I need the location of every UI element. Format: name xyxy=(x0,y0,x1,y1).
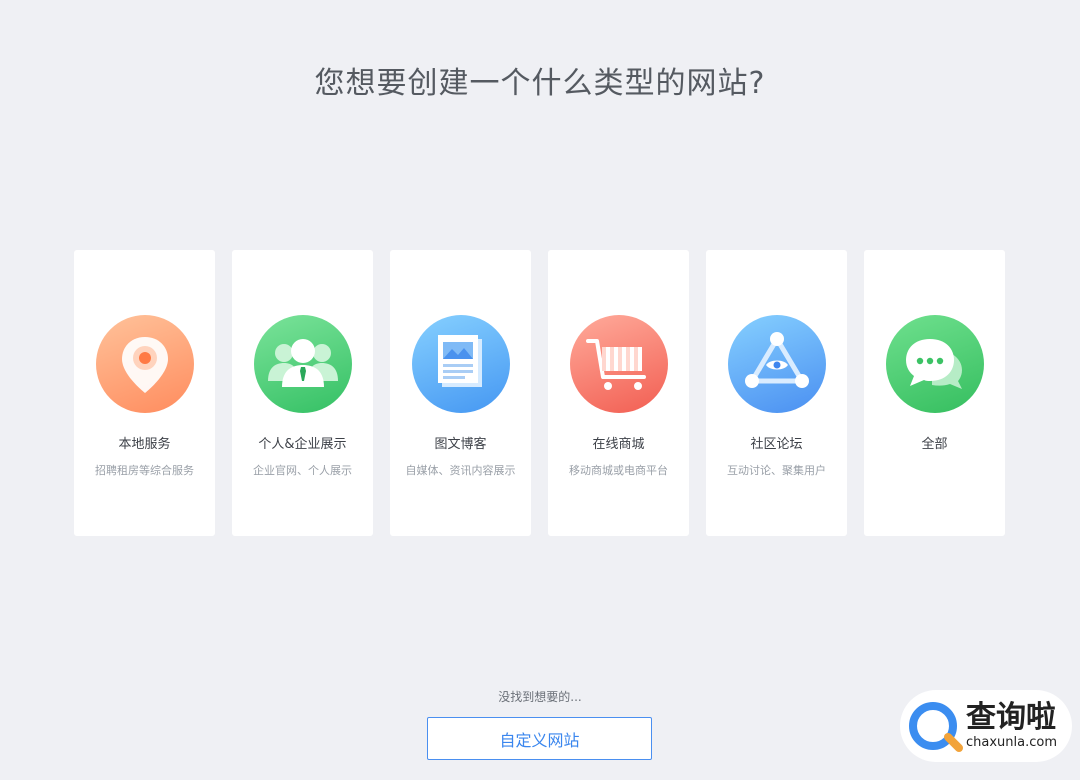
watermark-logo-icon xyxy=(909,702,963,752)
card-desc: 招聘租房等综合服务 xyxy=(95,464,194,477)
card-desc: 移动商城或电商平台 xyxy=(569,464,668,477)
card-label: 在线商城 xyxy=(592,437,645,452)
custom-website-button[interactable]: 自定义网站 xyxy=(427,717,652,760)
watermark-en: chaxunla.com xyxy=(966,735,1057,750)
card-label: 本地服务 xyxy=(118,437,171,452)
card-local-service[interactable]: 本地服务 招聘租房等综合服务 xyxy=(74,250,215,536)
card-label: 图文博客 xyxy=(434,437,487,452)
card-all[interactable]: 全部 xyxy=(864,250,1005,536)
card-online-store[interactable]: 在线商城 移动商城或电商平台 xyxy=(548,250,689,536)
page-title: 您想要创建一个什么类型的网站? xyxy=(314,66,766,101)
card-blog[interactable]: 图文博客 自媒体、资讯内容展示 xyxy=(390,250,531,536)
map-pin-icon xyxy=(95,315,194,413)
people-icon xyxy=(253,315,352,413)
card-label: 全部 xyxy=(921,437,948,452)
chat-bubbles-icon xyxy=(885,315,984,413)
card-personal-business[interactable]: 个人&企业展示 企业官网、个人展示 xyxy=(232,250,373,536)
community-triangle-icon xyxy=(727,315,826,413)
newspaper-icon xyxy=(411,315,510,413)
card-desc: 自媒体、资讯内容展示 xyxy=(405,464,516,477)
card-label: 个人&企业展示 xyxy=(258,437,347,452)
watermark-cn: 查询啦 xyxy=(966,700,1056,735)
shopping-cart-icon xyxy=(569,315,668,413)
card-label: 社区论坛 xyxy=(750,437,803,452)
card-community-forum[interactable]: 社区论坛 互动讨论、聚集用户 xyxy=(706,250,847,536)
site-type-cards: 本地服务 招聘租房等综合服务 个人&企业展示 企业官网、个人展示 图文博客 自媒… xyxy=(74,250,1005,536)
card-desc: 互动讨论、聚集用户 xyxy=(727,464,826,477)
watermark: 查询啦 chaxunla.com xyxy=(900,690,1072,762)
card-desc: 企业官网、个人展示 xyxy=(253,464,352,477)
